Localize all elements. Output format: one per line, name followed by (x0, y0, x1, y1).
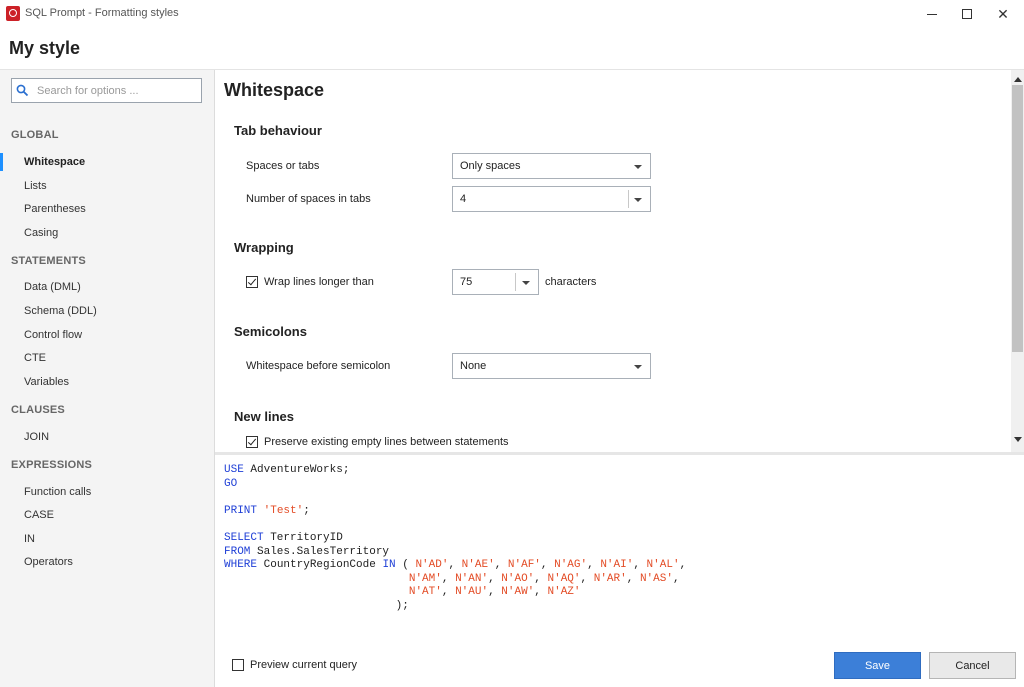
num-spaces-value: 4 (460, 193, 467, 205)
num-spaces-combobox[interactable]: 4 (452, 186, 651, 212)
code-line: N'AM', N'AN', N'AO', N'AQ', N'AR', N'AS'… (408, 572, 680, 585)
save-button[interactable]: Save (834, 652, 921, 679)
search-input[interactable] (37, 82, 197, 99)
sidebar-item-casing[interactable]: Casing (0, 222, 214, 244)
code-line: N'AT', N'AU', N'AW', N'AZ' (408, 586, 581, 599)
style-header: My style (0, 28, 1024, 70)
semicolon-whitespace-label: Whitespace before semicolon (246, 360, 391, 372)
nav-section-clauses: CLAUSES (11, 404, 65, 416)
search-icon (16, 84, 29, 97)
sidebar-item-join[interactable]: JOIN (0, 426, 214, 448)
style-name-title: My style (9, 38, 81, 58)
wrap-length-value: 75 (460, 276, 473, 288)
nav-section-global: GLOBAL (11, 129, 59, 141)
code-line: WHERE CountryRegionCode IN ( N'AD', N'AE… (224, 559, 687, 572)
close-icon: ✕ (997, 5, 1009, 22)
sidebar-item-case[interactable]: CASE (0, 504, 214, 526)
settings-panel: Whitespace Tab behaviour Spaces or tabs … (215, 70, 1024, 452)
code-line: USE AdventureWorks; (224, 464, 350, 476)
sidebar-item-cte[interactable]: CTE (0, 347, 214, 369)
sql-preview-panel: USE AdventureWorks; GO PRINT 'Test'; SELE… (215, 452, 1024, 647)
maximize-icon (962, 9, 972, 19)
settings-scrollbar[interactable] (1011, 70, 1024, 452)
spaces-or-tabs-label: Spaces or tabs (246, 160, 320, 172)
code-line: PRINT 'Test'; (224, 504, 310, 517)
preview-current-query-label: Preview current query (250, 659, 357, 671)
cancel-button[interactable]: Cancel (929, 652, 1016, 679)
window-title: SQL Prompt - Formatting styles (25, 7, 179, 19)
combo-separator (628, 190, 629, 208)
sidebar-item-function-calls[interactable]: Function calls (0, 481, 214, 503)
code-line: GO (224, 477, 238, 490)
dialog-footer: Preview current query Save Cancel (215, 647, 1024, 687)
sidebar-item-parentheses[interactable]: Parentheses (0, 198, 214, 220)
sql-preview-code: USE AdventureWorks; GO PRINT 'Test'; SELE… (224, 464, 686, 614)
tab-behaviour-heading: Tab behaviour (234, 123, 322, 138)
num-spaces-label: Number of spaces in tabs (246, 193, 371, 205)
scroll-up-arrow-icon[interactable] (1014, 77, 1022, 82)
title-bar: SQL Prompt - Formatting styles ✕ (0, 0, 1024, 28)
options-sidebar: GLOBAL Whitespace Lists Parentheses Casi… (0, 70, 215, 687)
sidebar-item-lists[interactable]: Lists (0, 175, 214, 197)
sidebar-item-data-dml[interactable]: Data (DML) (0, 276, 214, 298)
chevron-down-icon (634, 365, 642, 369)
preserve-empty-lines-checkbox[interactable] (246, 436, 258, 448)
sql-prompt-app-icon (6, 6, 20, 21)
minimize-icon (927, 13, 937, 15)
search-box[interactable] (11, 78, 202, 103)
code-line: ); (224, 599, 409, 612)
sidebar-item-whitespace[interactable]: Whitespace (0, 151, 214, 173)
section-heading: Whitespace (224, 80, 325, 100)
scroll-thumb[interactable] (1012, 85, 1023, 352)
scroll-down-arrow-icon[interactable] (1014, 437, 1022, 442)
code-line: FROM Sales.SalesTerritory (224, 545, 390, 558)
semicolons-heading: Semicolons (234, 324, 307, 339)
wrap-length-combobox[interactable]: 75 (452, 269, 539, 295)
semicolon-whitespace-value: None (460, 360, 487, 372)
wrap-suffix-label: characters (545, 276, 597, 288)
chevron-down-icon (634, 198, 642, 202)
spaces-or-tabs-dropdown[interactable]: Only spaces (452, 153, 651, 179)
maximize-button[interactable] (949, 0, 985, 28)
new-lines-heading: New lines (234, 409, 294, 424)
sidebar-item-in[interactable]: IN (0, 528, 214, 550)
nav-section-statements: STATEMENTS (11, 255, 86, 267)
sidebar-item-schema-ddl[interactable]: Schema (DDL) (0, 300, 214, 322)
spaces-or-tabs-value: Only spaces (460, 160, 521, 172)
wrap-lines-label: Wrap lines longer than (264, 276, 374, 288)
sidebar-item-variables[interactable]: Variables (0, 371, 214, 393)
wrap-lines-checkbox[interactable] (246, 276, 258, 288)
nav-section-expressions: EXPRESSIONS (11, 459, 93, 471)
semicolon-whitespace-dropdown[interactable]: None (452, 353, 651, 379)
chevron-down-icon (634, 165, 642, 169)
preview-current-query-checkbox[interactable] (232, 659, 244, 671)
code-line: SELECT TerritoryID (224, 531, 343, 544)
preserve-empty-lines-label: Preserve existing empty lines between st… (264, 436, 509, 448)
wrapping-heading: Wrapping (234, 240, 294, 255)
minimize-button[interactable] (914, 0, 950, 28)
sidebar-item-operators[interactable]: Operators (0, 551, 214, 573)
close-button[interactable]: ✕ (985, 0, 1021, 28)
chevron-down-icon (522, 281, 530, 285)
combo-separator (515, 273, 516, 291)
sidebar-item-control-flow[interactable]: Control flow (0, 324, 214, 346)
